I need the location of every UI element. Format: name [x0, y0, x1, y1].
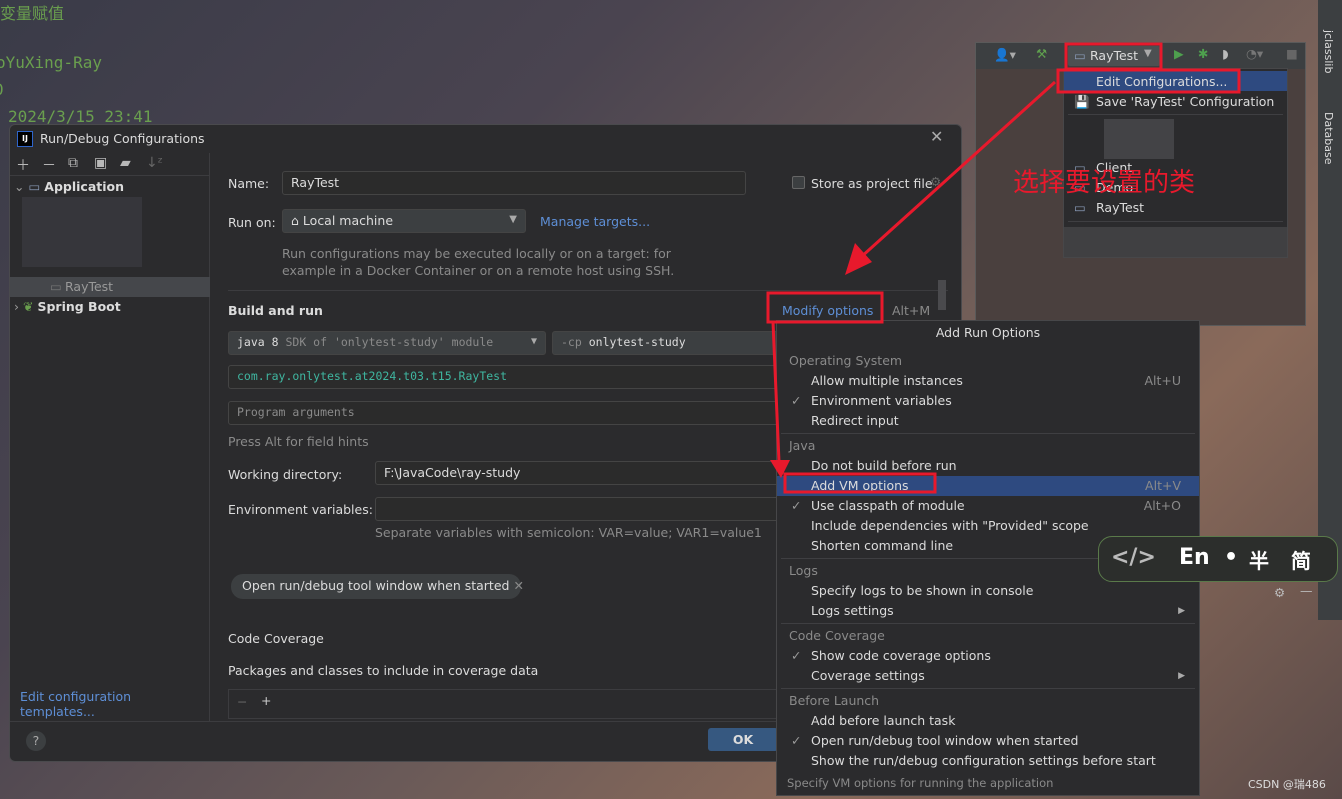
annotation-overlay: [766, 42, 1241, 494]
annotation-text: 选择要设置的类: [1013, 168, 1196, 198]
arrow-line: [771, 321, 781, 463]
highlight-box: [1064, 42, 1163, 71]
highlight-box: [766, 291, 884, 324]
arrow-head: [845, 243, 872, 275]
highlight-box: [783, 472, 937, 494]
highlight-box: [1056, 68, 1241, 94]
